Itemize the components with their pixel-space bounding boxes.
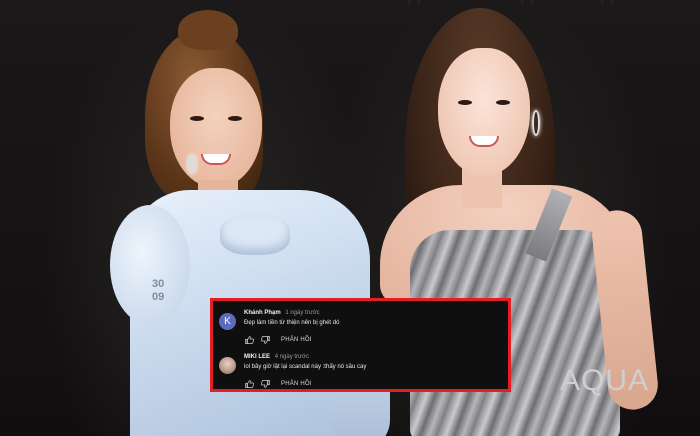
reply-button[interactable]: PHẢN HỒI [281,381,312,387]
earring [188,155,196,173]
face [438,48,530,176]
comments-overlay: K Khánh Phạm 1 ngày trước Đẹp làm tiền t… [210,298,511,392]
comment-time[interactable]: 1 ngày trước [285,310,319,316]
avatar[interactable]: K [219,313,236,330]
comment-text: Đẹp làm tiền từ thiện nên bị ghét dó [244,320,340,326]
backdrop-logo: AQUA [560,364,650,397]
dislike-icon[interactable] [260,335,270,344]
comment-actions: PHẢN HỒI [244,335,312,344]
avatar-letter: K [224,316,231,327]
comment-header: MIKI LEE 4 ngày trước [244,354,309,360]
avatar[interactable] [219,357,236,374]
ponytail [178,10,238,50]
comment-header: Khánh Phạm 1 ngày trước [244,310,320,316]
reply-button[interactable]: PHẢN HỒI [281,337,312,343]
like-icon[interactable] [244,335,254,344]
neck-bow [220,215,290,255]
comment-author[interactable]: MIKI LEE [244,354,270,360]
comment-text: lol bây giờ lật lại scandal này :thấy nó… [244,364,367,370]
puff-sleeve [110,205,190,325]
hoop-earring [532,110,540,136]
comment-author[interactable]: Khánh Phạm [244,310,281,316]
face [170,68,262,188]
dress-tag: 30 09 [152,278,165,303]
comment-time[interactable]: 4 ngày trước [275,354,309,360]
like-icon[interactable] [244,379,254,388]
comment-actions: PHẢN HỒI [244,379,312,388]
dislike-icon[interactable] [260,379,270,388]
